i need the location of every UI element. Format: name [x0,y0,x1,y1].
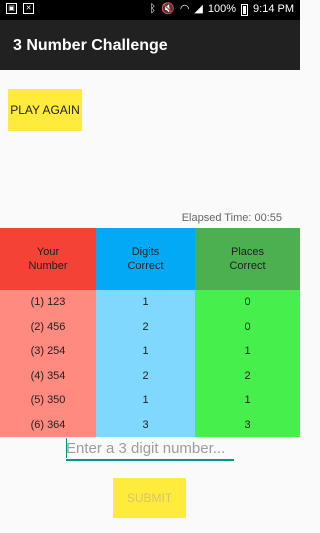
elapsed-time: Elapsed Time: 00:55 [181,212,282,224]
places-correct: 1 [195,339,300,364]
digits-correct: 1 [96,388,195,413]
digits-correct: 2 [96,363,195,388]
places-correct: 3 [195,412,300,437]
guess-number: (4) 354 [0,363,96,388]
digits-correct: 1 [96,339,195,364]
table-row: (3) 254 1 1 [0,339,300,364]
header-places-correct: Places Correct [195,228,300,290]
digits-correct: 1 [96,290,195,315]
app-bar: 3 Number Challenge [0,20,300,70]
bluetooth-icon: ᛒ [149,3,157,15]
battery-percent: 100% [207,3,237,15]
header-your-number: Your Number [0,228,96,290]
app-title: 3 Number Challenge [13,37,168,54]
guess-number: (2) 456 [0,314,96,339]
close-box-icon: ✕ [23,3,34,14]
table-row: (2) 456 2 0 [0,314,300,339]
table-body: (1) 123 1 0 (2) 456 2 0 (3) 254 1 1 (4) … [0,290,300,437]
places-correct: 0 [195,314,300,339]
places-correct: 2 [195,363,300,388]
clock: 9:14 PM [253,3,294,15]
guess-number: (3) 254 [0,339,96,364]
guess-number: (6) 364 [0,412,96,437]
table-row: (4) 354 2 2 [0,363,300,388]
places-correct: 0 [195,290,300,315]
places-correct: 1 [195,388,300,413]
status-bar: ▣ ✕ ᛒ 🔇 ◠ ◢ 100% 9:14 PM [0,0,300,20]
table-header: Your Number Digits Correct Places Correct [0,228,300,290]
wifi-icon: ◠ [179,3,190,15]
digits-correct: 3 [96,412,195,437]
signal-icon: ◢ [194,3,203,15]
guess-number: (5) 350 [0,388,96,413]
header-digits-correct: Digits Correct [96,228,195,290]
guess-number: (1) 123 [0,290,96,315]
play-again-button[interactable]: PLAY AGAIN [8,89,82,131]
battery-icon [241,3,249,16]
submit-button[interactable]: SUBMIT [113,478,186,518]
table-row: (1) 123 1 0 [0,290,300,315]
digits-correct: 2 [96,314,195,339]
guess-table: Your Number Digits Correct Places Correct (… [0,228,300,437]
table-row: (5) 350 1 1 [0,388,300,413]
image-icon: ▣ [6,3,17,14]
text-cursor [66,438,67,458]
number-input[interactable] [66,437,234,461]
table-row: (6) 364 3 3 [0,412,300,437]
mute-icon: 🔇 [161,3,175,15]
